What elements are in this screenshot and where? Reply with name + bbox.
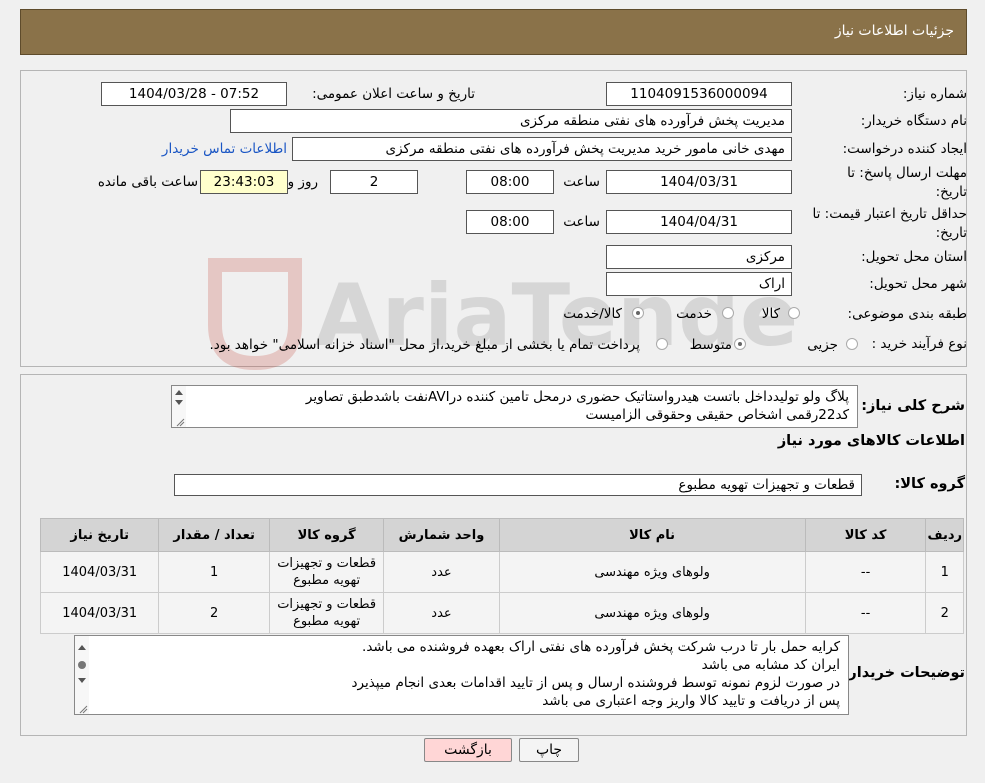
process-option-medium: متوسط <box>689 337 732 353</box>
buyer-org-field: مدیریت پخش فرآورده های نفتی منطقه مرکزی <box>230 109 792 133</box>
buyer-note-line-2: ایران کد مشابه می باشد <box>701 657 840 673</box>
deadline-label-date: تاریخ: <box>935 184 967 200</box>
price-validity-label-date: تاریخ: <box>935 225 967 241</box>
cell-date: 1404/03/31 <box>39 551 160 593</box>
cell-group: قطعات و تجهیزات تهویه مطبوع <box>268 551 385 593</box>
buyer-org-label: نام دستگاه خریدار: <box>860 113 967 129</box>
col-row: ردیف <box>925 518 964 552</box>
days-remaining-field: 2 <box>330 170 418 194</box>
description-scrollbar[interactable] <box>172 386 186 427</box>
table-row: 1 -- ولوهای ویژه مهندسی عدد قطعات و تجهی… <box>39 551 964 593</box>
cell-unit: عدد <box>383 551 500 593</box>
description-textarea[interactable]: پلاگ ولو تولیدداخل باتست هیدرواستاتیک حض… <box>171 385 858 428</box>
goods-group-label: گروه کالا: <box>894 476 965 492</box>
announce-date-label: تاریخ و ساعت اعلان عمومی: <box>312 86 475 102</box>
col-qty: تعداد / مقدار <box>158 518 270 552</box>
remaining-time-field: 23:43:03 <box>200 170 288 194</box>
cell-unit: عدد <box>383 592 500 634</box>
province-label: استان محل تحویل: <box>861 249 967 265</box>
buyer-notes-scrollbar[interactable] <box>75 636 89 714</box>
city-field: اراک <box>606 272 792 296</box>
buyer-notes-label: توضیحات خریدار: <box>842 665 965 681</box>
goods-group-field: قطعات و تجهیزات تهویه مطبوع <box>174 474 862 496</box>
price-validity-date-field: 1404/04/31 <box>606 210 792 234</box>
col-name: نام کالا <box>498 518 806 552</box>
cell-group: قطعات و تجهیزات تهویه مطبوع <box>268 592 385 634</box>
cell-qty: 1 <box>158 551 270 593</box>
category-radio-goods-service[interactable] <box>632 307 644 319</box>
buyer-note-line-3: در صورت لزوم نمونه توسط فروشنده ارسال و … <box>351 675 840 691</box>
creator-label: ایجاد کننده درخواست: <box>842 141 967 157</box>
description-line-1: پلاگ ولو تولیدداخل باتست هیدرواستاتیک حض… <box>305 389 849 405</box>
cell-name: ولوهای ویژه مهندسی <box>498 551 806 593</box>
description-line-2: کد22رقمی اشخاص حقیقی وحقوقی الزامیست <box>585 407 849 423</box>
category-option-service: خدمت <box>676 306 712 322</box>
deadline-time-field: 08:00 <box>466 170 554 194</box>
description-label: شرح کلی نیاز: <box>861 398 965 414</box>
page-header: جزئیات اطلاعات نیاز <box>20 9 967 55</box>
category-option-goods-service: کالا/خدمت <box>563 306 622 322</box>
days-label: روز و <box>287 174 318 190</box>
price-validity-time-field: 08:00 <box>466 210 554 234</box>
category-label: طبقه بندی موضوعی: <box>847 306 967 322</box>
back-button[interactable]: بازگشت <box>424 738 512 762</box>
col-code: کد کالا <box>804 518 927 552</box>
process-radio-medium[interactable] <box>734 338 746 350</box>
process-treasury-note: پرداخت تمام یا بخشی از مبلغ خرید،از محل … <box>209 337 640 353</box>
province-field: مرکزی <box>606 245 792 269</box>
goods-table-header: ردیف کد کالا نام کالا واحد شمارش گروه کا… <box>39 518 964 552</box>
col-group: گروه کالا <box>268 518 385 552</box>
category-radio-service[interactable] <box>722 307 734 319</box>
category-radio-goods[interactable] <box>788 307 800 319</box>
buyer-notes-textarea[interactable]: کرایه حمل بار تا درب شرکت پخش فرآورده ها… <box>74 635 849 715</box>
need-number-label: شماره نیاز: <box>902 86 967 102</box>
city-label: شهر محل تحویل: <box>869 276 967 292</box>
deadline-date-field: 1404/03/31 <box>606 170 792 194</box>
page-title: جزئیات اطلاعات نیاز <box>834 23 954 39</box>
cell-group-line-1: قطعات و تجهیزات <box>277 556 377 571</box>
cell-code: -- <box>804 592 927 634</box>
process-radio-minor[interactable] <box>846 338 858 350</box>
cell-row: 1 <box>925 551 964 593</box>
goods-table: ردیف کد کالا نام کالا واحد شمارش گروه کا… <box>39 518 964 634</box>
deadline-time-label: ساعت <box>563 174 600 190</box>
creator-field: مهدی خانی مامور خرید مدیریت پخش فرآورده … <box>292 137 792 161</box>
cell-row: 2 <box>925 592 964 634</box>
buyer-note-line-4: پس از دریافت و تایید کالا واریز وجه اعتب… <box>542 693 840 709</box>
buyer-note-line-1: کرایه حمل بار تا درب شرکت پخش فرآورده ها… <box>362 639 840 655</box>
cell-qty: 2 <box>158 592 270 634</box>
deadline-label: مهلت ارسال پاسخ: تا <box>847 165 967 181</box>
buyer-contact-link[interactable]: اطلاعات تماس خریدار <box>162 141 287 157</box>
col-date: تاریخ نیاز <box>39 518 160 552</box>
process-radio-treasury-note[interactable] <box>656 338 668 350</box>
purchase-process-label: نوع فرآیند خرید : <box>871 336 967 352</box>
cell-group-line-2: تهویه مطبوع <box>293 573 361 588</box>
cell-code: -- <box>804 551 927 593</box>
cell-date: 1404/03/31 <box>39 592 160 634</box>
cell-group-line-1: قطعات و تجهیزات <box>277 597 377 612</box>
table-row: 2 -- ولوهای ویژه مهندسی عدد قطعات و تجهی… <box>39 592 964 634</box>
goods-section-title: اطلاعات کالاهای مورد نیاز <box>777 433 965 449</box>
need-number-field: 1104091536000094 <box>606 82 792 106</box>
process-option-minor: جزیی <box>807 337 838 353</box>
category-option-goods: کالا <box>761 306 780 322</box>
print-button[interactable]: چاپ <box>519 738 579 762</box>
col-unit: واحد شمارش <box>383 518 500 552</box>
cell-group-line-2: تهویه مطبوع <box>293 614 361 629</box>
price-validity-time-label: ساعت <box>563 214 600 230</box>
cell-name: ولوهای ویژه مهندسی <box>498 592 806 634</box>
price-validity-label: حداقل تاریخ اعتبار قیمت: تا <box>812 206 967 222</box>
announce-date-field: 1404/03/28 - 07:52 <box>101 82 287 106</box>
remaining-time-label: ساعت باقی مانده <box>97 174 198 190</box>
